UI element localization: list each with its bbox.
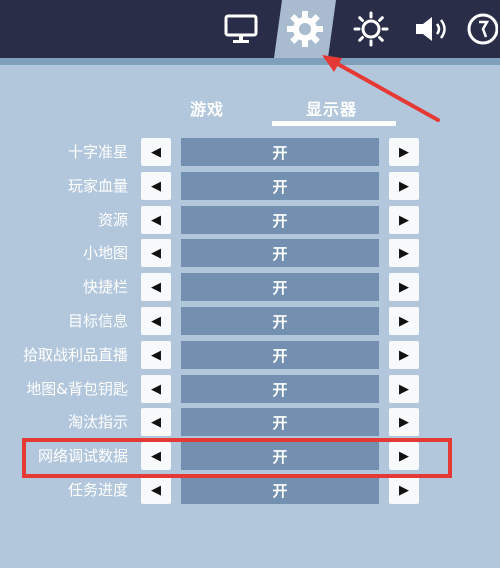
setting-label: 网络调试数据 bbox=[37, 447, 128, 465]
next-option-button[interactable]: ▶ bbox=[389, 138, 419, 166]
setting-label: 资源 bbox=[97, 211, 128, 229]
next-option-button[interactable]: ▶ bbox=[389, 408, 419, 436]
arrow-left-icon: ◀ bbox=[151, 313, 161, 329]
arrow-left-icon: ◀ bbox=[151, 347, 161, 363]
setting-value: 开 bbox=[181, 239, 379, 267]
brightness-tab[interactable] bbox=[340, 0, 402, 58]
setting-row: 拾取战利品直播 ◀ 开 ▶ bbox=[0, 339, 500, 371]
next-option-button[interactable]: ▶ bbox=[389, 476, 419, 504]
setting-value: 开 bbox=[181, 341, 379, 369]
previous-option-button[interactable]: ◀ bbox=[141, 408, 171, 436]
setting-row: 淘汰指示 ◀ 开 ▶ bbox=[0, 406, 500, 438]
previous-option-button[interactable]: ◀ bbox=[141, 172, 171, 200]
previous-option-button[interactable]: ◀ bbox=[141, 442, 171, 470]
arrow-left-icon: ◀ bbox=[151, 245, 161, 261]
setting-value: 开 bbox=[181, 375, 379, 403]
accessibility-icon bbox=[467, 13, 498, 45]
arrow-right-icon: ▶ bbox=[399, 212, 409, 228]
setting-label: 目标信息 bbox=[67, 312, 128, 330]
display-tab[interactable] bbox=[210, 0, 272, 58]
next-option-button[interactable]: ▶ bbox=[389, 442, 419, 470]
setting-value: 开 bbox=[181, 442, 379, 470]
setting-row: 资源 ◀ 开 ▶ bbox=[0, 204, 500, 236]
arrow-right-icon: ▶ bbox=[399, 144, 409, 160]
setting-row: 快捷栏 ◀ 开 ▶ bbox=[0, 271, 500, 303]
setting-value: 开 bbox=[181, 206, 379, 234]
arrow-right-icon: ▶ bbox=[399, 381, 409, 397]
active-tab-indicator bbox=[272, 121, 396, 126]
brightness-icon bbox=[353, 11, 389, 47]
next-option-button[interactable]: ▶ bbox=[389, 307, 419, 335]
setting-label: 拾取战利品直播 bbox=[22, 346, 128, 364]
arrow-left-icon: ◀ bbox=[151, 448, 161, 464]
arrow-left-icon: ◀ bbox=[151, 279, 161, 295]
setting-label: 小地图 bbox=[82, 244, 128, 262]
previous-option-button[interactable]: ◀ bbox=[141, 307, 171, 335]
next-option-button[interactable]: ▶ bbox=[389, 239, 419, 267]
next-option-button[interactable]: ▶ bbox=[389, 375, 419, 403]
arrow-right-icon: ▶ bbox=[399, 448, 409, 464]
previous-option-button[interactable]: ◀ bbox=[141, 239, 171, 267]
top-navigation-bar bbox=[0, 0, 500, 58]
setting-label: 地图&背包钥匙 bbox=[26, 380, 128, 398]
setting-row: 十字准星 ◀ 开 ▶ bbox=[0, 136, 500, 168]
setting-value: 开 bbox=[181, 172, 379, 200]
volume-icon bbox=[416, 17, 446, 41]
arrow-right-icon: ▶ bbox=[399, 313, 409, 329]
arrow-left-icon: ◀ bbox=[151, 482, 161, 498]
next-option-button[interactable]: ▶ bbox=[389, 341, 419, 369]
previous-option-button[interactable]: ◀ bbox=[141, 375, 171, 403]
accessibility-tab[interactable] bbox=[464, 0, 500, 58]
previous-option-button[interactable]: ◀ bbox=[141, 476, 171, 504]
arrow-right-icon: ▶ bbox=[399, 178, 409, 194]
arrow-right-icon: ▶ bbox=[399, 482, 409, 498]
setting-label: 玩家血量 bbox=[67, 177, 128, 195]
next-option-button[interactable]: ▶ bbox=[389, 273, 419, 301]
audio-tab[interactable] bbox=[402, 0, 464, 58]
arrow-right-icon: ▶ bbox=[399, 279, 409, 295]
previous-option-button[interactable]: ◀ bbox=[141, 138, 171, 166]
previous-option-button[interactable]: ◀ bbox=[141, 206, 171, 234]
setting-row: 任务进度 ◀ 开 ▶ bbox=[0, 474, 500, 506]
arrow-right-icon: ▶ bbox=[399, 347, 409, 363]
tab-display[interactable]: 显示器 bbox=[306, 96, 357, 120]
gear-icon bbox=[286, 10, 324, 48]
monitor-icon bbox=[224, 14, 258, 43]
setting-row: 小地图 ◀ 开 ▶ bbox=[0, 237, 500, 269]
topbar-underline bbox=[0, 58, 500, 65]
setting-label: 淘汰指示 bbox=[67, 413, 128, 431]
setting-label: 十字准星 bbox=[67, 143, 128, 161]
setting-row: 地图&背包钥匙 ◀ 开 ▶ bbox=[0, 373, 500, 405]
setting-value: 开 bbox=[181, 138, 379, 166]
setting-row: 网络调试数据 ◀ 开 ▶ bbox=[0, 440, 500, 472]
arrow-right-icon: ▶ bbox=[399, 245, 409, 261]
setting-label: 快捷栏 bbox=[82, 278, 128, 296]
arrow-left-icon: ◀ bbox=[151, 414, 161, 430]
tab-game[interactable]: 游戏 bbox=[190, 96, 224, 120]
arrow-left-icon: ◀ bbox=[151, 212, 161, 228]
arrow-left-icon: ◀ bbox=[151, 144, 161, 160]
next-option-button[interactable]: ▶ bbox=[389, 172, 419, 200]
arrow-right-icon: ▶ bbox=[399, 414, 409, 430]
arrow-left-icon: ◀ bbox=[151, 381, 161, 397]
setting-value: 开 bbox=[181, 408, 379, 436]
previous-option-button[interactable]: ◀ bbox=[141, 341, 171, 369]
previous-option-button[interactable]: ◀ bbox=[141, 273, 171, 301]
next-option-button[interactable]: ▶ bbox=[389, 206, 419, 234]
setting-row: 玩家血量 ◀ 开 ▶ bbox=[0, 170, 500, 202]
setting-value: 开 bbox=[181, 307, 379, 335]
settings-tab[interactable] bbox=[274, 0, 336, 58]
arrow-left-icon: ◀ bbox=[151, 178, 161, 194]
setting-value: 开 bbox=[181, 476, 379, 504]
setting-label: 任务进度 bbox=[67, 481, 128, 499]
setting-value: 开 bbox=[181, 273, 379, 301]
setting-row: 目标信息 ◀ 开 ▶ bbox=[0, 305, 500, 337]
